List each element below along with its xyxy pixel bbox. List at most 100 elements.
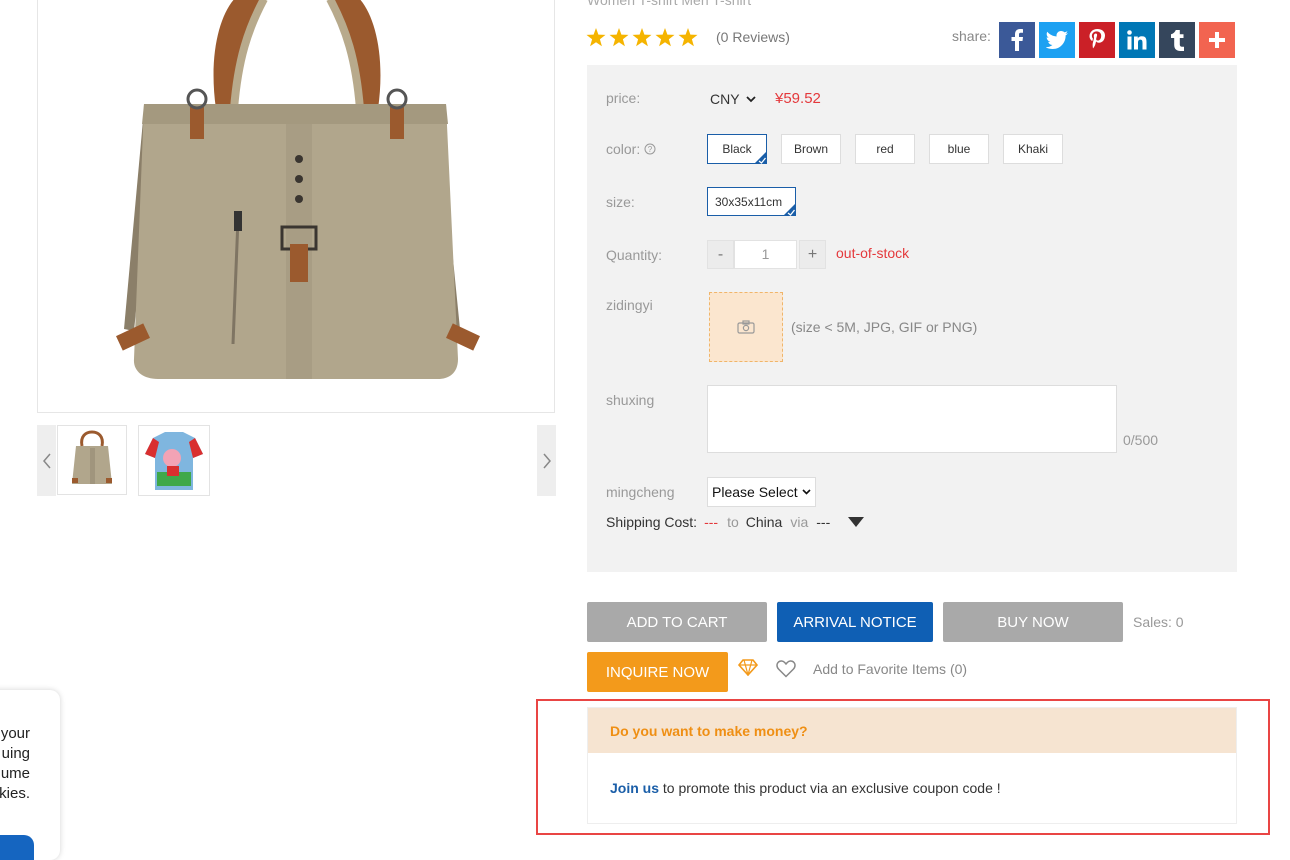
- add-to-favorites-link[interactable]: Add to Favorite Items (0): [813, 661, 967, 677]
- chevron-left-icon: [42, 453, 51, 468]
- name-select-value: Please Select: [712, 484, 798, 500]
- plus-icon: [1209, 32, 1225, 48]
- caret-down-icon[interactable]: [848, 517, 865, 527]
- tshirt-thumbnail-image: [145, 432, 203, 490]
- promo-text: to promote this product via an exclusive…: [662, 780, 1001, 796]
- cookie-accept-button[interactable]: [0, 835, 34, 860]
- currency-select[interactable]: CNY: [710, 91, 756, 107]
- char-counter: 0/500: [1123, 432, 1159, 448]
- star-icon: [655, 28, 675, 47]
- chevron-right-icon: [542, 453, 551, 468]
- attribute-label: shuxing: [606, 392, 655, 408]
- shipping-cost-row: Shipping Cost: --- to China via ---: [606, 514, 865, 530]
- thumb-next-button[interactable]: [537, 425, 556, 496]
- facebook-share-button[interactable]: [999, 22, 1035, 58]
- rating-stars: [586, 28, 698, 47]
- color-option-brown[interactable]: Brown: [781, 134, 841, 164]
- cookie-consent-popup: your uing ume kies.: [0, 690, 60, 860]
- quantity-decrement-button[interactable]: -: [707, 240, 734, 269]
- linkedin-share-button[interactable]: [1119, 22, 1155, 58]
- color-label: color:: [606, 141, 641, 157]
- product-options-panel: price: CNY ¥59.52 color: ? Black Brown r…: [587, 65, 1237, 572]
- handbag-image: [116, 0, 480, 379]
- shipping-via: via: [790, 514, 809, 530]
- shipping-to: to: [727, 514, 739, 530]
- color-option-label: Khaki: [1017, 142, 1049, 156]
- join-us-link[interactable]: Join us: [610, 780, 659, 796]
- promo-box: Do you want to make money? Join us to pr…: [587, 707, 1237, 824]
- sales-count: Sales: 0: [1133, 614, 1184, 630]
- checkmark-corner-icon: [754, 151, 767, 164]
- color-option-khaki[interactable]: Khaki: [1003, 134, 1063, 164]
- size-option-label: 30x35x11cm: [715, 194, 783, 209]
- name-label: mingcheng: [606, 484, 675, 500]
- pinterest-share-button[interactable]: [1079, 22, 1115, 58]
- shipping-method[interactable]: ---: [816, 514, 830, 530]
- currency-value: CNY: [710, 91, 740, 107]
- star-icon: [632, 28, 652, 47]
- chevron-down-icon: [802, 489, 811, 495]
- promo-text-row: Join us to promote this product via an e…: [610, 780, 1001, 796]
- thumbnail-tshirt[interactable]: [138, 425, 210, 496]
- quantity-label: Quantity:: [606, 247, 663, 263]
- shipping-label: Shipping Cost:: [606, 514, 698, 530]
- color-option-label: Brown: [793, 142, 828, 156]
- more-share-button[interactable]: [1199, 22, 1235, 58]
- twitter-icon: [1046, 31, 1068, 49]
- thumb-prev-button[interactable]: [37, 425, 56, 496]
- price-label: price:: [606, 90, 641, 106]
- cookie-text-line: ume: [0, 765, 30, 782]
- product-price: ¥59.52: [775, 90, 821, 107]
- linkedin-icon: [1127, 30, 1147, 50]
- promo-heading: Do you want to make money?: [588, 708, 1236, 753]
- facebook-icon: [1011, 29, 1023, 51]
- add-to-cart-button[interactable]: ADD TO CART: [587, 602, 767, 642]
- color-option-black[interactable]: Black: [707, 134, 767, 164]
- tumblr-icon: [1170, 29, 1184, 51]
- thumbnail-handbag[interactable]: [57, 425, 127, 495]
- product-main-image[interactable]: [37, 0, 555, 413]
- star-icon: [609, 28, 629, 47]
- help-icon[interactable]: ?: [644, 143, 656, 155]
- image-upload-button[interactable]: [709, 292, 783, 362]
- name-select[interactable]: Please Select: [707, 477, 816, 507]
- reviews-link[interactable]: (0 Reviews): [716, 29, 790, 45]
- attribute-textarea[interactable]: [707, 385, 1117, 453]
- chevron-down-icon: [745, 95, 756, 102]
- camera-icon: [737, 320, 755, 334]
- stock-status: out-of-stock: [836, 245, 910, 261]
- size-option[interactable]: 30x35x11cm: [707, 187, 796, 216]
- color-option-label: blue: [947, 142, 971, 156]
- size-label: size:: [606, 194, 635, 210]
- inquire-now-button[interactable]: INQUIRE NOW: [587, 652, 728, 692]
- color-option-red[interactable]: red: [855, 134, 915, 164]
- custom-label: zidingyi: [606, 297, 653, 313]
- color-option-blue[interactable]: blue: [929, 134, 989, 164]
- shipping-cost-value: ---: [704, 514, 719, 530]
- cookie-text-line: kies.: [0, 785, 30, 802]
- star-icon: [586, 28, 606, 47]
- tumblr-share-button[interactable]: [1159, 22, 1195, 58]
- handbag-thumbnail-image: [72, 430, 112, 484]
- share-label: share:: [952, 28, 991, 44]
- quantity-input[interactable]: 1: [734, 240, 797, 269]
- heart-icon[interactable]: [776, 660, 796, 678]
- star-icon: [678, 28, 698, 47]
- thumbnail-strip: [37, 425, 557, 496]
- quantity-increment-button[interactable]: +: [799, 240, 826, 269]
- share-buttons: [999, 22, 1235, 58]
- arrival-notice-button[interactable]: ARRIVAL NOTICE: [777, 602, 933, 642]
- color-option-label: Black: [722, 142, 752, 156]
- cookie-text: your uing ume kies.: [0, 724, 30, 804]
- checkmark-corner-icon: [783, 203, 796, 216]
- color-label-group: color: ?: [606, 141, 656, 157]
- diamond-icon[interactable]: [738, 659, 758, 676]
- cookie-text-line: uing: [1, 745, 30, 762]
- cookie-text-line: your: [0, 725, 30, 742]
- buy-now-button[interactable]: BUY NOW: [943, 602, 1123, 642]
- product-title: Women T-shirt Men T-shirt: [587, 0, 752, 8]
- pinterest-icon: [1089, 29, 1105, 49]
- upload-hint: (size < 5M, JPG, GIF or PNG): [791, 319, 978, 335]
- shipping-country[interactable]: China: [746, 514, 783, 530]
- twitter-share-button[interactable]: [1039, 22, 1075, 58]
